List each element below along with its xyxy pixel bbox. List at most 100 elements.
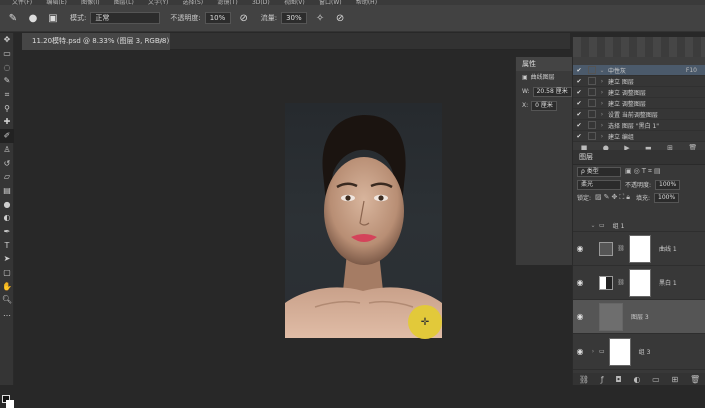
action-row[interactable]: ✔ › 选择 图层 "黑白 1"	[573, 120, 705, 131]
trash-icon[interactable]: 🗑︎	[690, 375, 700, 384]
marquee-tool-icon[interactable]: ▭	[0, 47, 14, 61]
group-layer-row[interactable]: ◉ › ▭ 组 3	[573, 334, 705, 370]
eye-icon[interactable]: ◉	[573, 347, 587, 356]
check-icon[interactable]: ✔	[573, 111, 585, 118]
blend-mode-select[interactable]: 柔光	[577, 179, 621, 190]
chevron-right-icon[interactable]: ›	[596, 100, 608, 107]
layer-row[interactable]: ◉ ⛓ 曲线 1	[573, 232, 705, 266]
portrait-image[interactable]	[285, 103, 442, 338]
layer-filter-select[interactable]: ρ 类型	[577, 166, 621, 177]
more-tools-icon[interactable]: …	[0, 307, 14, 321]
chevron-right-icon[interactable]: ›	[596, 133, 608, 140]
chevron-right-icon[interactable]: ›	[596, 122, 608, 129]
chevron-right-icon[interactable]: ›	[587, 348, 599, 355]
airbrush-icon[interactable]: ✧	[313, 11, 327, 25]
link-layers-icon[interactable]: ⛓	[579, 375, 589, 384]
check-icon[interactable]: ✔	[573, 100, 585, 107]
layer-opacity-field[interactable]: 100%	[655, 179, 681, 190]
layer-row[interactable]: ◉ ⛓ 黑白 1	[573, 266, 705, 300]
cursor-highlight: ✛	[408, 305, 442, 339]
path-select-tool-icon[interactable]: ➤	[0, 252, 14, 266]
check-icon[interactable]: ✔	[573, 133, 585, 140]
group-layer-row[interactable]: ⌄ ▭ 组 1	[573, 220, 705, 232]
action-row[interactable]: ✔ › 建立 编组	[573, 131, 705, 142]
healing-tool-icon[interactable]: ✚	[0, 115, 14, 129]
action-row[interactable]: ✔ ⌄ 中性灰 F10	[573, 65, 705, 76]
move-tool-icon[interactable]: ✥	[0, 33, 14, 47]
layer-name: 组 1	[612, 223, 625, 230]
dialog-toggle[interactable]	[588, 99, 596, 107]
fx-icon[interactable]: ƒ	[601, 375, 604, 384]
pen-tool-icon[interactable]: ✒	[0, 225, 14, 239]
brush-tool-icon[interactable]: ✐	[0, 128, 14, 143]
gradient-tool-icon[interactable]: ▤	[0, 184, 14, 198]
layer-mask-thumbnail[interactable]	[629, 234, 651, 263]
tools-panel: ✥ ▭ ◌ ✎ ⌗ ⚲ ✚ ✐ ♙ ↺ ▱ ▤ ● ◐ ✒ T ➤ ▢ ✋ 🔍︎…	[0, 33, 14, 408]
dodge-tool-icon[interactable]: ◐	[0, 211, 14, 225]
layer-mask-thumbnail[interactable]	[629, 268, 651, 297]
check-icon[interactable]: ✔	[573, 89, 585, 96]
chevron-right-icon[interactable]: ›	[596, 89, 608, 96]
layer-mask-thumbnail[interactable]	[608, 337, 631, 366]
crop-tool-icon[interactable]: ⌗	[0, 88, 14, 102]
pressure-opacity-icon[interactable]: ⊘	[237, 11, 251, 25]
link-icon[interactable]: ⛓	[617, 245, 625, 252]
add-mask-icon[interactable]: ◘	[615, 375, 621, 384]
dialog-toggle[interactable]	[588, 121, 596, 129]
mode-select[interactable]: 正常	[90, 12, 161, 24]
rectangle-tool-icon[interactable]: ▢	[0, 266, 14, 280]
hand-tool-icon[interactable]: ✋	[0, 279, 14, 293]
action-row[interactable]: ✔ › 建立 调整图层	[573, 98, 705, 109]
eraser-tool-icon[interactable]: ▱	[0, 170, 14, 184]
dialog-toggle[interactable]	[588, 66, 596, 74]
link-icon[interactable]: ⛓	[617, 279, 625, 286]
new-group-icon[interactable]: ▭	[652, 375, 660, 384]
actions-panel-tabs[interactable]	[573, 57, 705, 65]
dialog-toggle[interactable]	[588, 77, 596, 85]
action-label: 选择 图层 "黑白 1"	[608, 122, 660, 130]
text-tool-icon[interactable]: T	[0, 238, 14, 252]
close-icon[interactable]: ×	[158, 33, 164, 50]
check-icon[interactable]: ✔	[573, 67, 585, 74]
layer-name: 图层 3	[631, 314, 649, 321]
brush-preset-icon[interactable]: ●	[26, 11, 40, 25]
check-icon[interactable]: ✔	[573, 78, 585, 85]
chevron-down-icon[interactable]: ⌄	[587, 222, 599, 229]
quick-select-tool-icon[interactable]: ✎	[0, 74, 14, 88]
width-field[interactable]: 20.58 厘米	[532, 87, 572, 97]
lock-icons[interactable]: ▨✎✥⛶🔒︎	[595, 193, 632, 202]
check-icon[interactable]: ✔	[573, 122, 585, 129]
x-field[interactable]: 0 厘米	[531, 101, 557, 111]
zoom-tool-icon[interactable]: 🔍︎	[0, 293, 14, 307]
flow-field[interactable]: 30%	[281, 12, 308, 24]
layer-thumbnail[interactable]	[599, 302, 623, 331]
filter-icons[interactable]: ▣◎T⌗▤	[625, 167, 663, 176]
new-layer-icon[interactable]: ⊞	[671, 375, 678, 384]
eye-icon[interactable]: ◉	[573, 312, 587, 321]
fill-field[interactable]: 100%	[654, 192, 680, 203]
action-row[interactable]: ✔ › 建立 图层	[573, 76, 705, 87]
eyedropper-tool-icon[interactable]: ⚲	[0, 101, 14, 115]
action-row[interactable]: ✔ › 设置 当前调整图层	[573, 109, 705, 120]
brush-tool-icon[interactable]: ✎	[6, 11, 20, 25]
blur-tool-icon[interactable]: ●	[0, 197, 14, 211]
chevron-right-icon[interactable]: ›	[596, 111, 608, 118]
history-brush-tool-icon[interactable]: ↺	[0, 156, 14, 170]
brush-settings-icon[interactable]: ▣	[46, 11, 60, 25]
lasso-tool-icon[interactable]: ◌	[0, 60, 14, 74]
document-tab[interactable]: 11.20模特.psd @ 8.33% (图层 3, RGB/8) * ×	[22, 33, 170, 62]
eye-icon[interactable]: ◉	[573, 244, 587, 253]
pressure-size-icon[interactable]: ⊘	[333, 11, 347, 25]
chevron-right-icon[interactable]: ›	[596, 78, 608, 85]
background-color-swatch[interactable]	[6, 400, 14, 408]
adjustment-icon[interactable]: ◐	[633, 375, 640, 384]
stamp-tool-icon[interactable]: ♙	[0, 143, 14, 157]
layer-row-selected[interactable]: ◉ 图层 3	[573, 300, 705, 334]
dialog-toggle[interactable]	[588, 110, 596, 118]
opacity-field[interactable]: 10%	[204, 12, 231, 24]
dialog-toggle[interactable]	[588, 132, 596, 140]
dialog-toggle[interactable]	[588, 88, 596, 96]
chevron-down-icon[interactable]: ⌄	[596, 67, 608, 74]
eye-icon[interactable]: ◉	[573, 278, 587, 287]
action-row[interactable]: ✔ › 建立 调整图层	[573, 87, 705, 98]
